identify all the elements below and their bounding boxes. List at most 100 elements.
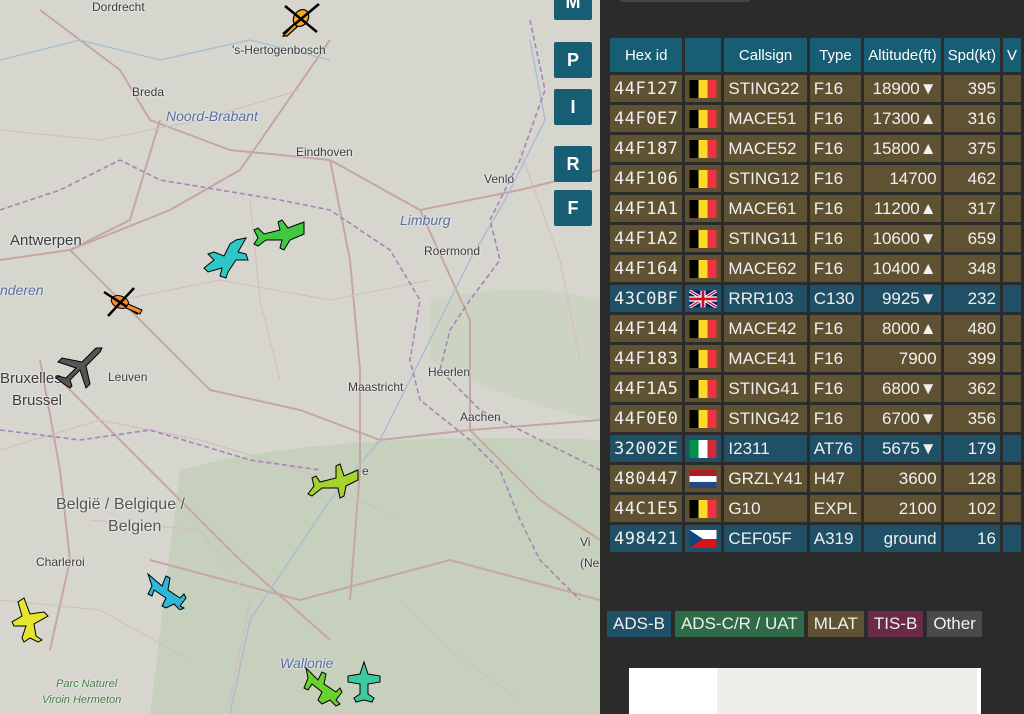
type-cell: F16 <box>809 75 862 102</box>
aircraft-glyph <box>11 597 49 643</box>
column-header-flag[interactable] <box>685 38 722 72</box>
country-label: België / Belgique / <box>56 496 185 513</box>
aircraft-glyph <box>103 287 143 317</box>
column-header-speed[interactable]: Spd(kt) <box>943 38 1000 72</box>
fighter-jet-icon[interactable] <box>10 596 52 644</box>
country-flag-icon <box>685 165 722 192</box>
speed-cell: 128 <box>943 465 1000 492</box>
table-row[interactable]: 44F127 STING22 F16 18900▼ 395 <box>610 75 1021 102</box>
speed-cell: 362 <box>943 375 1000 402</box>
callsign-cell: STING42 <box>724 405 807 432</box>
column-header-callsign[interactable]: Callsign <box>724 38 807 72</box>
aircraft-glyph <box>303 666 343 707</box>
hex-id-cell: 43C0BF <box>610 285 683 312</box>
table-row[interactable]: 44F187 MACE52 F16 15800▲ 375 <box>610 135 1021 162</box>
hex-id-cell: 44F0E0 <box>610 405 683 432</box>
map-button-f[interactable]: F <box>554 190 592 226</box>
partial-cell <box>1002 75 1021 102</box>
column-header-v[interactable]: V <box>1002 38 1021 72</box>
country-flag-icon <box>685 255 722 282</box>
partial-cell <box>1002 135 1021 162</box>
type-cell: F16 <box>809 195 862 222</box>
table-row[interactable]: 44F183 MACE41 F16 7900 399 <box>610 345 1021 372</box>
hex-id-cell: 32002E <box>610 435 683 462</box>
column-header-hex[interactable]: Hex id <box>610 38 683 72</box>
country-flag-icon <box>685 435 722 462</box>
hex-id-cell: 44F144 <box>610 315 683 342</box>
speed-cell: 317 <box>943 195 1000 222</box>
type-cell: F16 <box>809 315 862 342</box>
airliner-icon[interactable] <box>52 344 104 392</box>
place-label: Vi <box>580 535 591 549</box>
table-row[interactable]: 44F1A2 STING11 F16 10600▼ 659 <box>610 225 1021 252</box>
column-header-altitude[interactable]: Altitude(ft) <box>864 38 941 72</box>
fighter-jet-icon[interactable] <box>252 212 306 252</box>
fighter-jet-icon[interactable] <box>302 666 344 708</box>
country-flag-icon <box>685 405 722 432</box>
speed-cell: 659 <box>943 225 1000 252</box>
table-row[interactable]: 44F164 MACE62 F16 10400▲ 348 <box>610 255 1021 282</box>
speed-cell: 480 <box>943 315 1000 342</box>
altitude-cell: 5675▼ <box>864 435 941 462</box>
type-cell: F16 <box>809 405 862 432</box>
table-row[interactable]: 44F0E7 MACE51 F16 17300▲ 316 <box>610 105 1021 132</box>
fighter-jet-icon[interactable] <box>306 460 360 500</box>
table-row[interactable]: 498421 CEF05F A319 ground 16 <box>610 525 1021 552</box>
map-button-p[interactable]: P <box>554 42 592 78</box>
partial-cell <box>1002 405 1021 432</box>
callsign-cell: MACE41 <box>724 345 807 372</box>
source-legend: ADS-B ADS-C/R / UAT MLAT TIS-B Other <box>607 611 982 637</box>
search-bar[interactable] <box>620 0 750 2</box>
table-row[interactable]: 44F1A1 MACE61 F16 11200▲ 317 <box>610 195 1021 222</box>
fighter-jet-icon[interactable] <box>346 660 382 704</box>
hex-id-cell: 44F1A2 <box>610 225 683 252</box>
table-row[interactable]: 44F1A5 STING41 F16 6800▼ 362 <box>610 375 1021 402</box>
table-row[interactable]: 44C1E5 G10 EXPL 2100 102 <box>610 495 1021 522</box>
table-row[interactable]: 32002E I2311 AT76 5675▼ 179 <box>610 435 1021 462</box>
place-label: Charleroi <box>36 555 85 569</box>
altitude-cell: 7900 <box>864 345 941 372</box>
helicopter-icon[interactable] <box>100 284 144 322</box>
type-cell: F16 <box>809 345 862 372</box>
speed-cell: 375 <box>943 135 1000 162</box>
hex-id-cell: 480447 <box>610 465 683 492</box>
legend-mlat: MLAT <box>807 611 864 637</box>
callsign-cell: MACE51 <box>724 105 807 132</box>
fighter-jet-icon[interactable] <box>202 236 254 280</box>
region-label: Limburg <box>400 212 451 228</box>
altitude-cell: 3600 <box>864 465 941 492</box>
callsign-cell: STING12 <box>724 165 807 192</box>
altitude-cell: 8000▲ <box>864 315 941 342</box>
speed-cell: 399 <box>943 345 1000 372</box>
map-view[interactable]: Dordrecht 's-Hertogenbosch Breda Noord-B… <box>0 0 600 714</box>
table-row[interactable]: 44F106 STING12 F16 14700 462 <box>610 165 1021 192</box>
country-label: Belgien <box>108 518 162 535</box>
table-row[interactable]: 44F144 MACE42 F16 8000▲ 480 <box>610 315 1021 342</box>
map-button-m[interactable]: M <box>554 0 592 20</box>
region-label: Noord-Brabant <box>166 108 258 124</box>
place-label: Leuven <box>108 370 148 384</box>
altitude-cell: 9925▼ <box>864 285 941 312</box>
speed-cell: 232 <box>943 285 1000 312</box>
callsign-cell: STING41 <box>724 375 807 402</box>
place-label: Heerlen <box>428 365 471 379</box>
country-flag-icon <box>685 525 722 552</box>
place-label: Brussel <box>12 392 63 409</box>
table-row[interactable]: 480447 GRZLY41 H47 3600 128 <box>610 465 1021 492</box>
type-cell: F16 <box>809 375 862 402</box>
helicopter-icon[interactable] <box>277 0 325 40</box>
map-button-i[interactable]: I <box>554 89 592 125</box>
ad-banner[interactable] <box>629 668 981 714</box>
hex-id-cell: 44F187 <box>610 135 683 162</box>
partial-cell <box>1002 525 1021 552</box>
table-row[interactable]: 43C0BF RRR103 C130 9925▼ 232 <box>610 285 1021 312</box>
speed-cell: 462 <box>943 165 1000 192</box>
map-button-r[interactable]: R <box>554 146 592 182</box>
table-row[interactable]: 44F0E0 STING42 F16 6700▼ 356 <box>610 405 1021 432</box>
country-flag-icon <box>685 375 722 402</box>
callsign-cell: STING22 <box>724 75 807 102</box>
callsign-cell: I2311 <box>724 435 807 462</box>
column-header-type[interactable]: Type <box>809 38 862 72</box>
aircraft-panel: Hex id Callsign Type Altitude(ft) Spd(kt… <box>600 0 1024 714</box>
fighter-jet-icon[interactable] <box>144 570 188 610</box>
